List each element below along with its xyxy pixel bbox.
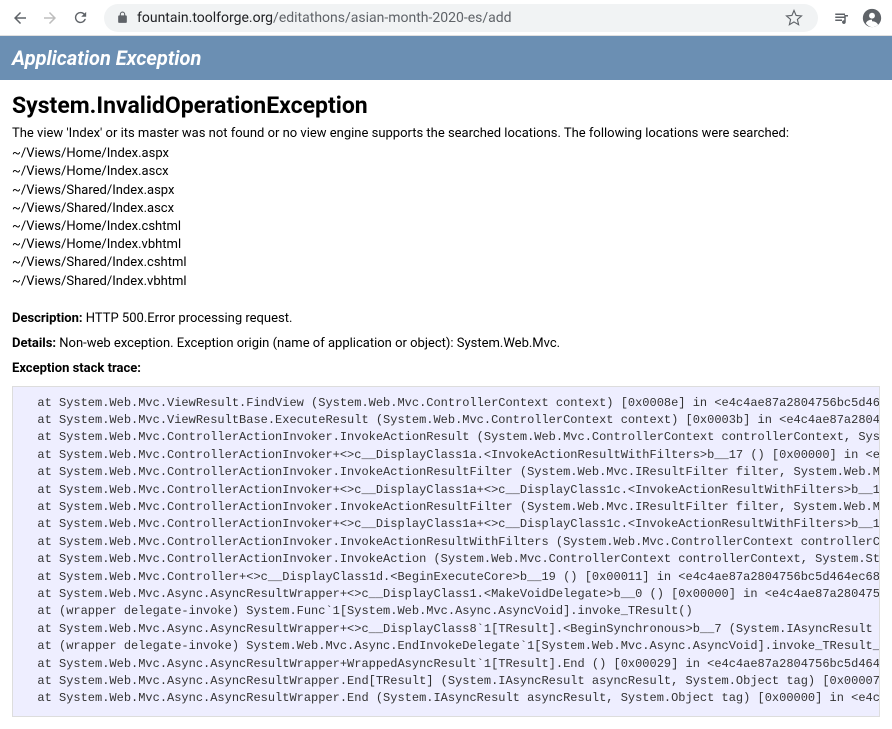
description-label: Description: — [12, 311, 83, 326]
url-path: /editathons/asian-month-2020-es/add — [273, 10, 512, 26]
music-queue-icon[interactable] — [830, 6, 854, 30]
profile-icon[interactable] — [860, 6, 884, 30]
reload-icon — [72, 9, 89, 26]
stack-trace: at System.Web.Mvc.ViewResult.FindView (S… — [12, 386, 880, 717]
stack-label-field: Exception stack trace: — [12, 361, 880, 376]
details-value: Non-web exception. Exception origin (nam… — [59, 336, 560, 351]
error-content: System.InvalidOperationException The vie… — [0, 80, 892, 729]
stack-label: Exception stack trace: — [12, 361, 141, 376]
forward-button[interactable] — [38, 6, 62, 30]
searched-paths: ~/Views/Home/Index.aspx ~/Views/Home/Ind… — [12, 145, 880, 291]
banner-title: Application Exception — [12, 46, 880, 70]
back-button[interactable] — [8, 6, 32, 30]
browser-toolbar: fountain.toolforge.org/editathons/asian-… — [0, 0, 892, 36]
reload-button[interactable] — [68, 6, 92, 30]
description-value: HTTP 500.Error processing request. — [86, 311, 293, 326]
description-field: Description: HTTP 500.Error processing r… — [12, 311, 880, 326]
url-host: fountain.toolforge.org — [137, 10, 273, 26]
address-bar[interactable]: fountain.toolforge.org/editathons/asian-… — [104, 4, 818, 32]
url-text: fountain.toolforge.org/editathons/asian-… — [137, 10, 774, 26]
details-label: Details: — [12, 336, 56, 351]
exception-message: The view 'Index' or its master was not f… — [12, 125, 880, 143]
exception-title: System.InvalidOperationException — [12, 92, 880, 119]
arrow-left-icon — [11, 9, 29, 27]
star-icon[interactable] — [782, 6, 806, 30]
error-banner: Application Exception — [0, 36, 892, 80]
details-field: Details: Non-web exception. Exception or… — [12, 336, 880, 351]
arrow-right-icon — [41, 9, 59, 27]
lock-icon — [116, 11, 129, 24]
